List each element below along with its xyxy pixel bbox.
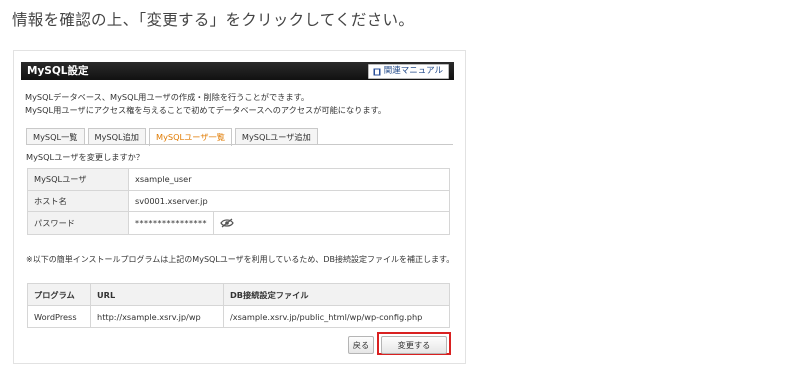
instruction-text: 情報を確認の上、「変更する」をクリックしてください。 — [12, 11, 415, 29]
program-url: http://xsample.xsrv.jp/wp — [90, 305, 224, 328]
tab-mysql-add[interactable]: MySQL追加 — [87, 128, 146, 145]
program-table: プログラム URL DB接続設定ファイル WordPress http://xs… — [27, 283, 450, 328]
table-row: MySQLユーザ xsample_user — [27, 168, 450, 191]
description-line-2: MySQL用ユーザにアクセス権を与えることで初めてデータベースへのアクセスが可能… — [25, 104, 387, 115]
install-note: ※以下の簡単インストールプログラムは上記のMySQLユーザを利用しているため、D… — [26, 255, 455, 264]
tab-bar: MySQL一覧 MySQL追加 MySQLユーザ一覧 MySQLユーザ追加 — [26, 128, 318, 146]
program-db-config: /xsample.xsrv.jp/public_html/wp/wp-confi… — [223, 305, 450, 328]
related-manual-button[interactable]: 関連マニュアル — [367, 64, 449, 79]
header-url: URL — [90, 283, 224, 306]
password-label: パスワード — [27, 211, 129, 235]
host-label: ホスト名 — [27, 189, 129, 212]
host-value: sv0001.xserver.jp — [128, 189, 450, 212]
program-name: WordPress — [27, 305, 91, 328]
password-cell: **************** — [128, 211, 450, 235]
confirm-question: MySQLユーザを変更しますか？ — [26, 152, 145, 162]
header-db-config: DB接続設定ファイル — [223, 283, 450, 306]
user-value: xsample_user — [128, 168, 450, 191]
table-row: WordPress http://xsample.xsrv.jp/wp /xsa… — [27, 305, 450, 328]
password-separator — [213, 212, 214, 234]
table-header-row: プログラム URL DB接続設定ファイル — [27, 283, 450, 306]
panel-description: MySQLデータベース、MySQL用ユーザの作成・削除を行うことができます。 M… — [25, 91, 386, 116]
description-line-1: MySQLデータベース、MySQL用ユーザの作成・削除を行うことができます。 — [25, 92, 310, 102]
user-label: MySQLユーザ — [27, 168, 129, 191]
header-program: プログラム — [27, 283, 91, 306]
tab-divider — [26, 144, 453, 145]
book-icon — [373, 68, 381, 75]
password-value: **************** — [135, 218, 207, 228]
panel-titlebar: MySQL設定 関連マニュアル — [21, 62, 454, 80]
back-button[interactable]: 戻る — [348, 336, 374, 354]
tab-mysql-user-add[interactable]: MySQLユーザ追加 — [234, 128, 318, 145]
change-button[interactable]: 変更する — [381, 336, 447, 354]
user-info-table: MySQLユーザ xsample_user ホスト名 sv0001.xserve… — [27, 168, 450, 235]
table-row: ホスト名 sv0001.xserver.jp — [27, 189, 450, 212]
related-manual-label: 関連マニュアル — [383, 66, 443, 76]
panel-title: MySQL設定 — [27, 65, 89, 77]
eye-slash-icon[interactable] — [220, 218, 234, 228]
mysql-settings-panel: MySQL設定 関連マニュアル MySQLデータベース、MySQL用ユーザの作成… — [13, 50, 466, 364]
tab-mysql-list[interactable]: MySQL一覧 — [26, 128, 85, 145]
table-row: パスワード **************** — [27, 211, 450, 235]
